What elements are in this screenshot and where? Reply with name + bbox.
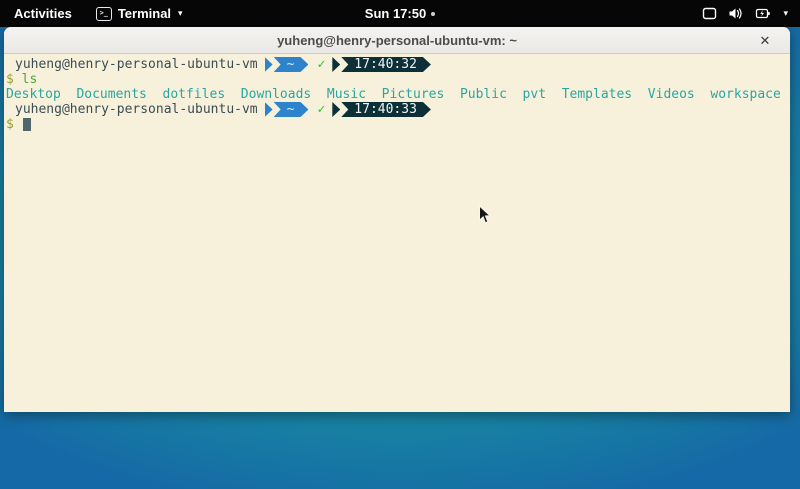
- input-line: $: [6, 117, 790, 132]
- system-status-menu[interactable]: ▾: [690, 0, 800, 27]
- powerline-arrow-icon: [332, 57, 340, 72]
- path-segment: ~: [265, 57, 309, 72]
- check-icon: ✓: [317, 57, 325, 72]
- chevron-down-icon: ▾: [783, 9, 788, 18]
- clock-label: Sun 17:50: [365, 6, 426, 21]
- prompt-time: 17:40:33: [354, 102, 417, 117]
- prompt-user-host: yuheng@henry-personal-ubuntu-vm: [15, 57, 258, 72]
- terminal-content[interactable]: yuheng@henry-personal-ubuntu-vm ~ ✓ 17:4…: [4, 54, 790, 412]
- prompt-line-2: yuheng@henry-personal-ubuntu-vm ~ ✓ 17:4…: [6, 102, 790, 117]
- powerline-arrow-icon: [332, 102, 340, 117]
- directory-list: Desktop Documents dotfiles Downloads Mus…: [6, 87, 781, 102]
- prompt-char: $: [6, 117, 14, 132]
- terminal-cursor: [23, 118, 31, 131]
- time-segment: 17:40:33: [332, 102, 431, 117]
- volume-icon: [728, 7, 744, 20]
- terminal-window: yuheng@henry-personal-ubuntu-vm: ~ ✕ yuh…: [4, 27, 790, 412]
- path-segment: ~: [265, 102, 309, 117]
- window-titlebar[interactable]: yuheng@henry-personal-ubuntu-vm: ~ ✕: [4, 27, 790, 54]
- close-icon[interactable]: ✕: [754, 27, 776, 54]
- prompt-line-1: yuheng@henry-personal-ubuntu-vm ~ ✓ 17:4…: [6, 57, 790, 72]
- battery-charging-icon: [755, 7, 771, 20]
- prompt-char: $: [6, 72, 14, 87]
- ls-output-line: Desktop Documents dotfiles Downloads Mus…: [6, 87, 790, 102]
- clock-button[interactable]: Sun 17:50: [365, 6, 435, 21]
- screen-icon: [702, 7, 717, 20]
- check-icon: ✓: [317, 102, 325, 117]
- command-text: ls: [22, 72, 38, 87]
- command-line: $ ls: [6, 72, 790, 87]
- powerline-arrow-icon: [265, 57, 273, 72]
- prompt-path: ~: [287, 102, 295, 117]
- terminal-icon: >_: [96, 7, 112, 21]
- top-bar: Activities >_ Terminal ▾ Sun 17:50 ▾: [0, 0, 800, 27]
- window-title: yuheng@henry-personal-ubuntu-vm: ~: [277, 33, 517, 48]
- app-menu-terminal[interactable]: >_ Terminal ▾: [86, 0, 193, 27]
- time-segment: 17:40:32: [332, 57, 431, 72]
- powerline-arrow-icon: [265, 102, 273, 117]
- activities-button[interactable]: Activities: [0, 0, 86, 27]
- top-bar-left: Activities >_ Terminal ▾: [0, 0, 193, 27]
- prompt-path: ~: [287, 57, 295, 72]
- notification-dot-icon: [431, 12, 435, 16]
- prompt-user-host: yuheng@henry-personal-ubuntu-vm: [15, 102, 258, 117]
- app-menu-label: Terminal: [118, 6, 171, 21]
- chevron-down-icon: ▾: [178, 9, 183, 18]
- prompt-time: 17:40:32: [354, 57, 417, 72]
